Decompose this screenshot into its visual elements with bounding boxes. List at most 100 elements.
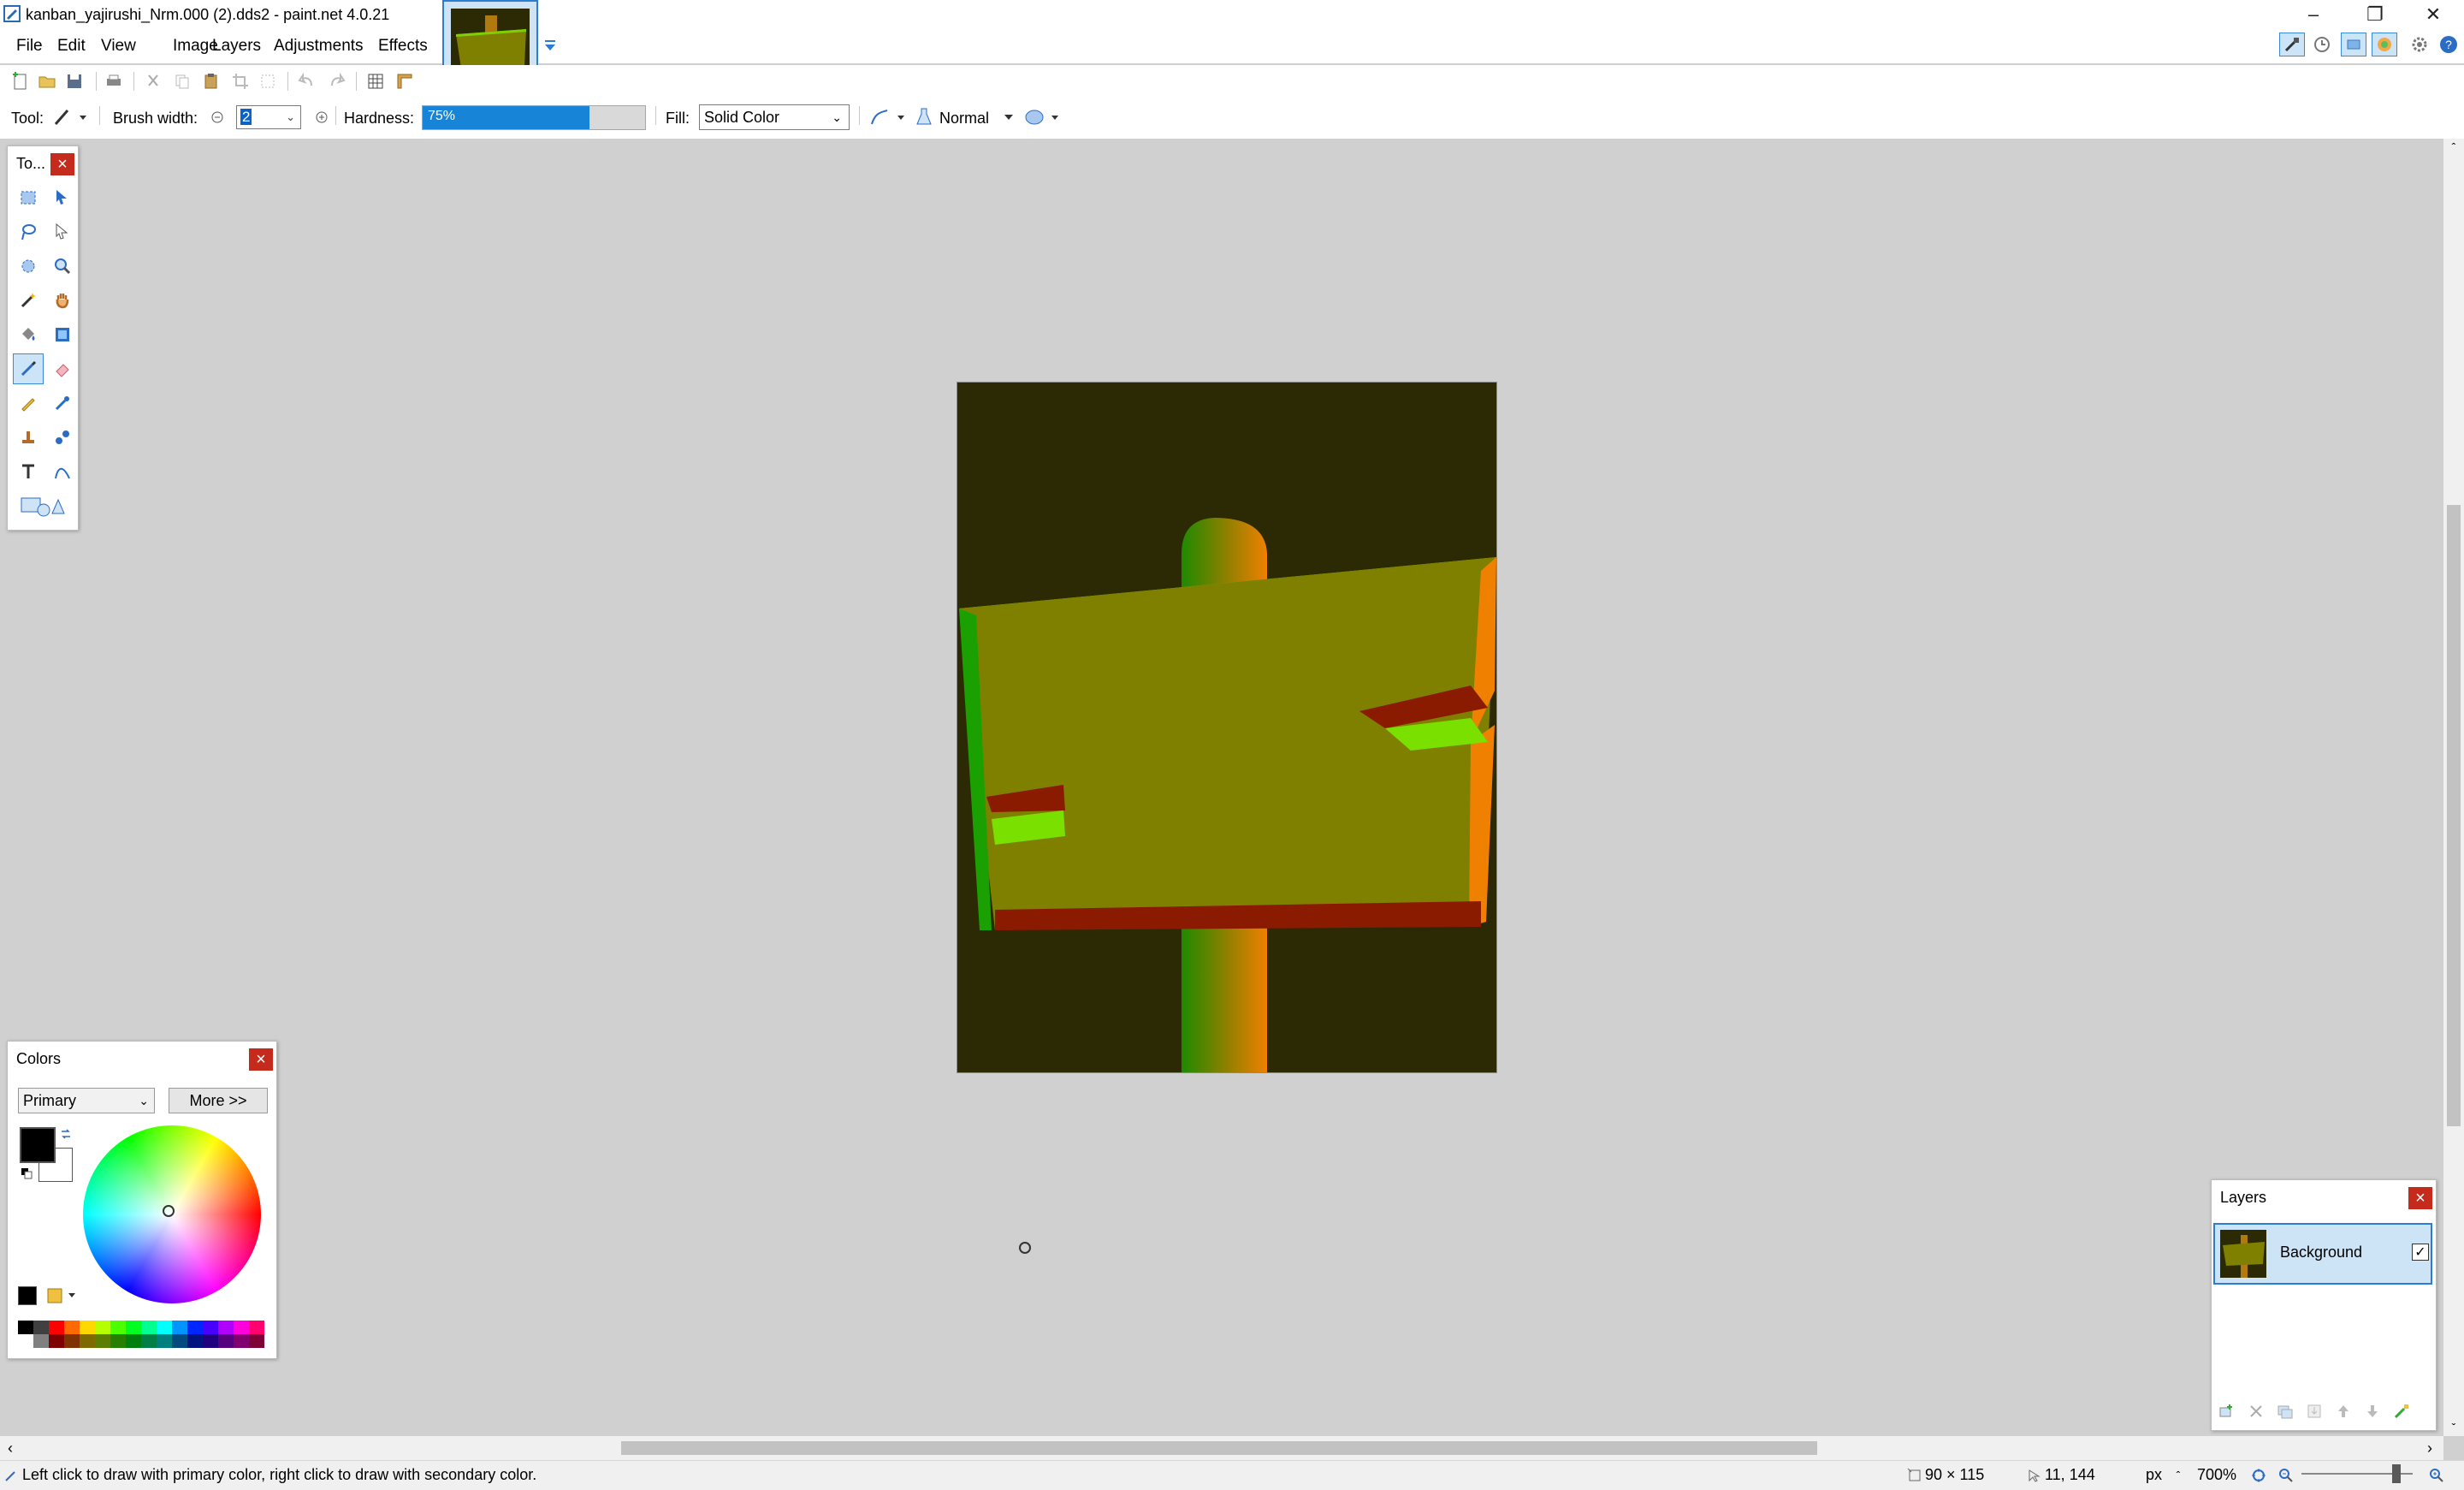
layer-item-background[interactable]: Background ✓ <box>2213 1223 2432 1285</box>
minimize-button[interactable]: – <box>2283 0 2344 29</box>
scroll-down-icon[interactable]: ˇ <box>2447 1421 2461 1434</box>
palette-swatch[interactable] <box>64 1334 80 1348</box>
shapes-tool-icon[interactable] <box>16 490 68 521</box>
deselect-icon[interactable] <box>257 70 279 92</box>
vertical-scroll-thumb[interactable] <box>2447 505 2461 1126</box>
image-list-dropdown-icon[interactable] <box>544 39 556 53</box>
menu-view[interactable]: View <box>96 34 141 58</box>
pan-tool-icon[interactable] <box>47 285 78 316</box>
palette-swatch[interactable] <box>18 1334 33 1348</box>
palette-swatch[interactable] <box>172 1321 187 1334</box>
alpha-blending-icon[interactable] <box>1022 106 1061 128</box>
palette-swatch[interactable] <box>249 1321 264 1334</box>
color-target-select[interactable]: Primary ⌄ <box>18 1088 155 1113</box>
rectangle-select-tool-icon[interactable] <box>13 182 44 213</box>
image-canvas[interactable] <box>957 382 1497 1073</box>
palette-swatch[interactable] <box>249 1334 264 1348</box>
scroll-right-icon[interactable]: › <box>2423 1440 2437 1457</box>
palette-swatch[interactable] <box>157 1321 172 1334</box>
grid-icon[interactable] <box>364 70 387 92</box>
brush-width-increase-icon[interactable] <box>313 109 330 126</box>
zoom-in-icon[interactable] <box>2426 1465 2447 1486</box>
layer-properties-icon[interactable] <box>2391 1401 2412 1422</box>
eraser-tool-icon[interactable] <box>47 353 78 384</box>
paste-icon[interactable] <box>200 70 222 92</box>
rulers-icon[interactable] <box>394 70 416 92</box>
units-dropdown-icon[interactable]: ˆ <box>2171 1467 2185 1484</box>
palette-swatch[interactable] <box>126 1321 141 1334</box>
palette-swatch[interactable] <box>110 1321 126 1334</box>
fill-select[interactable]: Solid Color ⌄ <box>699 104 850 130</box>
redo-icon[interactable] <box>325 70 347 92</box>
brush-width-input[interactable]: 2 ⌄ <box>236 105 301 129</box>
primary-color-swatch[interactable] <box>20 1127 56 1163</box>
pencil-tool-icon[interactable] <box>13 388 44 419</box>
color-picker-tool-icon[interactable] <box>47 388 78 419</box>
menu-adjustments[interactable]: Adjustments <box>269 34 369 58</box>
cut-icon[interactable] <box>142 70 164 92</box>
add-layer-icon[interactable] <box>2217 1401 2237 1422</box>
clone-stamp-tool-icon[interactable] <box>13 422 44 453</box>
palette-swatch[interactable] <box>33 1334 49 1348</box>
undo-icon[interactable] <box>296 70 318 92</box>
palette-swatch[interactable] <box>157 1334 172 1348</box>
magic-wand-tool-icon[interactable] <box>13 285 44 316</box>
palette-swatch[interactable] <box>95 1334 110 1348</box>
history-window-toggle-icon[interactable] <box>2310 33 2334 56</box>
menu-layers[interactable]: Layers <box>207 34 266 58</box>
layers-window-toggle-icon[interactable] <box>2341 33 2366 56</box>
copy-icon[interactable] <box>171 70 193 92</box>
menu-file[interactable]: File <box>11 34 48 58</box>
colors-window-toggle-icon[interactable] <box>2372 33 2397 56</box>
tool-picker-button[interactable] <box>51 105 89 129</box>
settings-icon[interactable] <box>2408 33 2431 56</box>
horizontal-scroll-thumb[interactable] <box>621 1441 1817 1455</box>
units-select[interactable]: px <box>2146 1463 2162 1486</box>
palette-menu-icon[interactable] <box>45 1286 80 1305</box>
restore-button[interactable]: ❐ <box>2344 0 2406 29</box>
palette-swatch[interactable] <box>64 1321 80 1334</box>
recolor-tool-icon[interactable] <box>47 422 78 453</box>
palette-swatch[interactable] <box>49 1334 64 1348</box>
delete-layer-icon[interactable] <box>2246 1401 2266 1422</box>
zoom-slider-knob[interactable] <box>2392 1464 2401 1483</box>
layers-window-close-button[interactable]: × <box>2408 1187 2432 1209</box>
save-icon[interactable] <box>63 70 86 92</box>
palette-swatch[interactable] <box>218 1321 234 1334</box>
reset-colors-icon[interactable] <box>20 1166 33 1180</box>
palette-swatch[interactable] <box>141 1321 157 1334</box>
palette-swatch[interactable] <box>80 1321 95 1334</box>
palette-swatch[interactable] <box>95 1321 110 1334</box>
colors-window-close-button[interactable]: × <box>249 1048 273 1071</box>
zoom-out-icon[interactable] <box>2276 1465 2296 1486</box>
tools-window-toggle-icon[interactable] <box>2279 33 2305 56</box>
blend-mode-dropdown-icon[interactable] <box>1001 106 1016 128</box>
crop-to-selection-icon[interactable] <box>229 70 252 92</box>
hardness-slider[interactable]: 75% <box>422 105 646 130</box>
move-selection-tool-icon[interactable] <box>47 217 78 247</box>
swap-colors-icon[interactable] <box>59 1127 73 1141</box>
palette-swatch[interactable] <box>18 1321 33 1334</box>
move-layer-up-icon[interactable] <box>2333 1401 2354 1422</box>
palette-swatch[interactable] <box>80 1334 95 1348</box>
move-layer-down-icon[interactable] <box>2362 1401 2383 1422</box>
layer-visibility-checkbox[interactable]: ✓ <box>2412 1244 2429 1261</box>
menu-edit[interactable]: Edit <box>52 34 91 58</box>
palette-swatch[interactable] <box>187 1334 203 1348</box>
open-icon[interactable] <box>36 70 58 92</box>
zoom-tool-icon[interactable] <box>47 251 78 282</box>
gradient-tool-icon[interactable] <box>47 319 78 350</box>
tools-window-close-button[interactable]: × <box>50 153 74 175</box>
add-to-palette-icon[interactable] <box>18 1286 37 1305</box>
palette-swatch[interactable] <box>203 1321 218 1334</box>
blend-mode-value[interactable]: Normal <box>939 108 989 128</box>
print-icon[interactable] <box>103 70 125 92</box>
duplicate-layer-icon[interactable] <box>2275 1401 2295 1422</box>
new-image-icon[interactable] <box>9 70 31 92</box>
palette-swatch[interactable] <box>187 1321 203 1334</box>
ellipse-select-tool-icon[interactable] <box>13 251 44 282</box>
more-colors-button[interactable]: More >> <box>169 1088 268 1113</box>
palette-swatch[interactable] <box>126 1334 141 1348</box>
scroll-left-icon[interactable]: ‹ <box>3 1440 17 1457</box>
antialiasing-icon[interactable] <box>868 106 907 128</box>
